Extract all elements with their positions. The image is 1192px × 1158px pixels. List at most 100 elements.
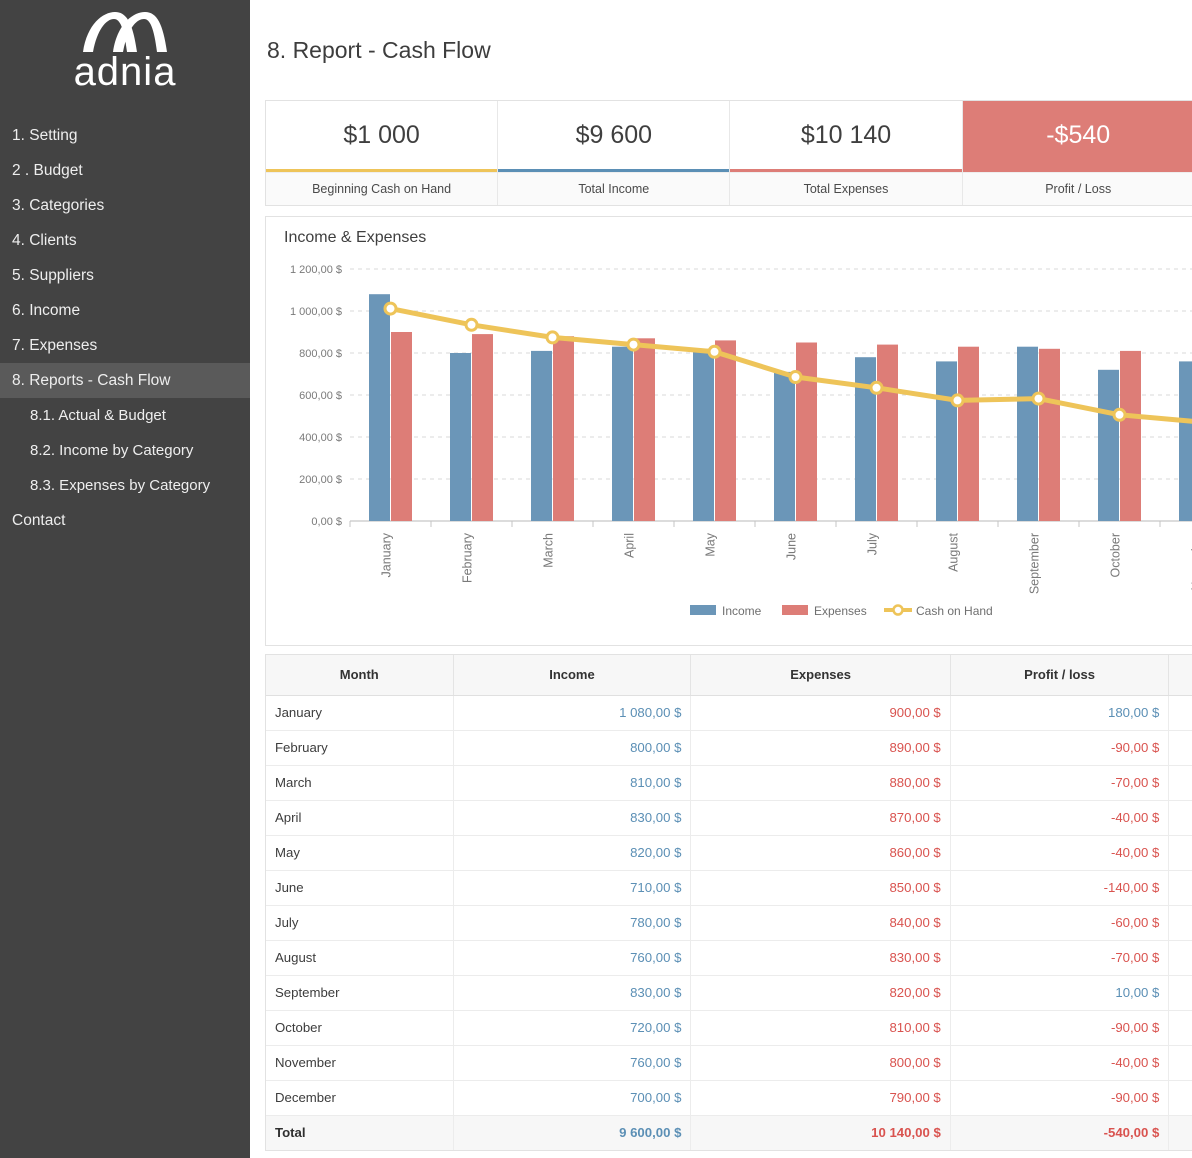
bar-income [612,347,633,521]
bar-expenses [391,332,412,521]
cell-income: 810,00 $ [453,765,691,800]
page-title: 8. Report - Cash Flow [267,37,491,64]
cell-month: July [266,905,453,940]
cell-month: March [266,765,453,800]
column-header: Income [453,655,691,695]
bar-income [936,361,957,521]
cell-income: 760,00 $ [453,940,691,975]
bar-expenses [634,338,655,521]
sidebar-item-label: 7. Expenses [12,337,97,354]
cell-month: December [266,1080,453,1115]
line-marker-cash-on-hand [790,372,801,383]
cell-income: 800,00 $ [453,730,691,765]
cell-profit: -60,00 $ [950,905,1169,940]
line-marker-cash-on-hand [1033,393,1044,404]
table-row: April830,00 $870,00 $-40,00 $980,00 $ [266,800,1192,835]
kpi-value: $9 600 [498,101,729,169]
x-axis-label: October [1109,533,1123,577]
cell-profit: -40,00 $ [950,800,1169,835]
table-row: July780,00 $840,00 $-60,00 $740,00 $ [266,905,1192,940]
line-marker-cash-on-hand [466,319,477,330]
cell-income: 830,00 $ [453,975,691,1010]
cell-expenses: 820,00 $ [691,975,950,1010]
kpi-card: $1 000Beginning Cash on Hand [266,101,498,205]
cell-month: January [266,695,453,730]
cell-cash: 800,00 $ [1169,870,1192,905]
chart-title: Income & Expenses [278,227,1192,251]
sidebar-item-6-income[interactable]: 6. Income [0,293,250,328]
bar-income [1098,370,1119,521]
sidebar-item-8-3-expenses-by-category[interactable]: 8.3. Expenses by Category [0,468,250,503]
x-axis-label: March [542,533,556,568]
cell-profit: -70,00 $ [950,765,1169,800]
sidebar-item-5-suppliers[interactable]: 5. Suppliers [0,258,250,293]
cell-month: August [266,940,453,975]
sidebar-item-label: 8. Reports - Cash Flow [12,372,171,389]
table-row: December700,00 $790,00 $-90,00 $460,00 $ [266,1080,1192,1115]
left-axis-tick: 0,00 $ [311,516,342,528]
sidebar-item-7-expenses[interactable]: 7. Expenses [0,328,250,363]
x-axis-label: September [1028,533,1042,594]
sidebar-item-8-1-actual-budget[interactable]: 8.1. Actual & Budget [0,398,250,433]
cell-cash: 460,00 $ [1169,1080,1192,1115]
kpi-label: Total Income [498,172,729,205]
adnia-double-arc-logo-icon [77,10,173,54]
kpi-card: -$540Profit / Loss [963,101,1192,205]
x-axis-label: July [866,532,880,555]
sidebar-item-2-budget[interactable]: 2 . Budget [0,153,250,188]
cash-flow-table: MonthIncomeExpensesProfit / lossCash on … [266,655,1192,1150]
bar-expenses [877,345,898,521]
column-header: Month [266,655,453,695]
cell-expenses: 880,00 $ [691,765,950,800]
left-axis-tick: 800,00 $ [299,348,342,360]
table-row: May820,00 $860,00 $-40,00 $940,00 $ [266,835,1192,870]
sidebar-item-contact[interactable]: Contact [0,503,250,538]
sidebar-item-label: 3. Categories [12,197,104,214]
bar-expenses [553,336,574,521]
x-axis-label: January [380,532,394,577]
left-axis-tick: 1 200,00 $ [290,264,342,276]
bar-income [855,357,876,521]
bar-expenses [1039,349,1060,521]
column-header: Profit / loss [950,655,1169,695]
table-header-row: MonthIncomeExpensesProfit / lossCash on … [266,655,1192,695]
cell-cash: 1 180,00 $ [1169,695,1192,730]
x-axis-label: February [461,532,475,583]
bar-income [1017,347,1038,521]
sidebar-item-8-reports-cash-flow[interactable]: 8. Reports - Cash Flow [0,363,250,398]
cell-expenses: 830,00 $ [691,940,950,975]
sidebar: adnia 1. Setting 2 . Budget 3. Categories 4… [0,0,250,1158]
cell-profit: 180,00 $ [950,695,1169,730]
table-row: October720,00 $810,00 $-90,00 $590,00 $ [266,1010,1192,1045]
sidebar-item-8-2-income-by-category[interactable]: 8.2. Income by Category [0,433,250,468]
table-total-row: Total9 600,00 $10 140,00 $-540,00 $460,0… [266,1115,1192,1150]
x-axis-label: August [947,532,961,571]
cell-month: May [266,835,453,870]
bar-expenses [958,347,979,521]
bar-income [369,294,390,521]
cell-cash: 550,00 $ [1169,1045,1192,1080]
table-row: September830,00 $820,00 $10,00 $680,00 $ [266,975,1192,1010]
left-axis-tick: 200,00 $ [299,474,342,486]
sidebar-item-label: 8.1. Actual & Budget [30,407,166,424]
sidebar-item-label: 1. Setting [12,127,78,144]
sidebar-item-label: 2 . Budget [12,162,83,179]
page-header: 8. Report - Cash Flow View: Total [265,0,1192,100]
cell-month: October [266,1010,453,1045]
cell-income: 830,00 $ [453,800,691,835]
sidebar-item-1-setting[interactable]: 1. Setting [0,118,250,153]
line-marker-cash-on-hand [547,332,558,343]
cell-income: 720,00 $ [453,1010,691,1045]
app-root: adnia 1. Setting 2 . Budget 3. Categories 4… [0,0,1192,1158]
sidebar-item-3-categories[interactable]: 3. Categories [0,188,250,223]
cell-profit: -540,00 $ [950,1115,1169,1150]
bar-income [450,353,471,521]
bar-expenses [472,334,493,521]
left-axis-tick: 400,00 $ [299,432,342,444]
brand-name: adnia [0,50,250,94]
x-axis-label: June [785,533,799,560]
sidebar-item-4-clients[interactable]: 4. Clients [0,223,250,258]
cell-month: June [266,870,453,905]
sidebar-item-label: 8.3. Expenses by Category [30,477,210,494]
cash-flow-table-wrap: MonthIncomeExpensesProfit / lossCash on … [265,654,1192,1151]
